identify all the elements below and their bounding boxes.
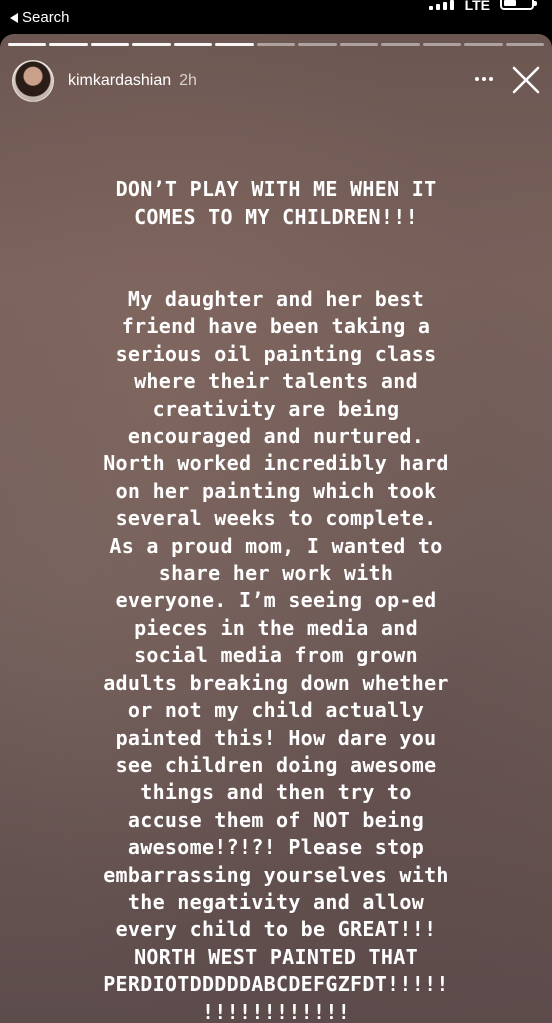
- progress-segment: [49, 43, 88, 46]
- story-card[interactable]: kimkardashian 2h DON’T PLAY WITH ME WHEN…: [0, 34, 552, 1023]
- progress-segment: [422, 43, 462, 46]
- progress-segment: [132, 43, 171, 46]
- progress-segment: [381, 43, 420, 46]
- progress-segment: [90, 43, 130, 46]
- progress-segment: [505, 43, 545, 46]
- more-options-icon[interactable]: [472, 69, 496, 89]
- avatar[interactable]: [12, 60, 54, 102]
- progress-segment: [339, 43, 379, 46]
- network-type: LTE: [464, 0, 490, 13]
- username[interactable]: kimkardashian: [68, 72, 171, 90]
- back-to-search-button[interactable]: Search: [10, 9, 70, 26]
- timestamp: 2h: [179, 72, 197, 89]
- back-label: Search: [22, 9, 70, 26]
- story-headline: DON’T PLAY WITH ME WHEN IT COMES TO MY C…: [115, 177, 437, 229]
- progress-segment: [464, 43, 503, 46]
- story-text: DON’T PLAY WITH ME WHEN IT COMES TO MY C…: [50, 149, 502, 1023]
- progress-segment: [298, 43, 337, 46]
- story-body: My daughter and her best friend have bee…: [103, 287, 449, 1023]
- story-progress-bar: [8, 43, 545, 46]
- story-screen: Search LTE kimkardashian 2h DON’T PLAY W…: [0, 0, 552, 1023]
- progress-segment: [256, 43, 296, 46]
- story-header: kimkardashian 2h: [12, 58, 540, 104]
- signal-strength-icon: [429, 0, 454, 10]
- status-bar: Search LTE: [0, 0, 552, 34]
- progress-segment: [173, 43, 213, 46]
- progress-segment: [8, 43, 47, 46]
- back-arrow-icon: [10, 12, 18, 23]
- progress-segment: [215, 43, 254, 46]
- close-icon[interactable]: [510, 64, 542, 96]
- battery-icon: [500, 0, 537, 10]
